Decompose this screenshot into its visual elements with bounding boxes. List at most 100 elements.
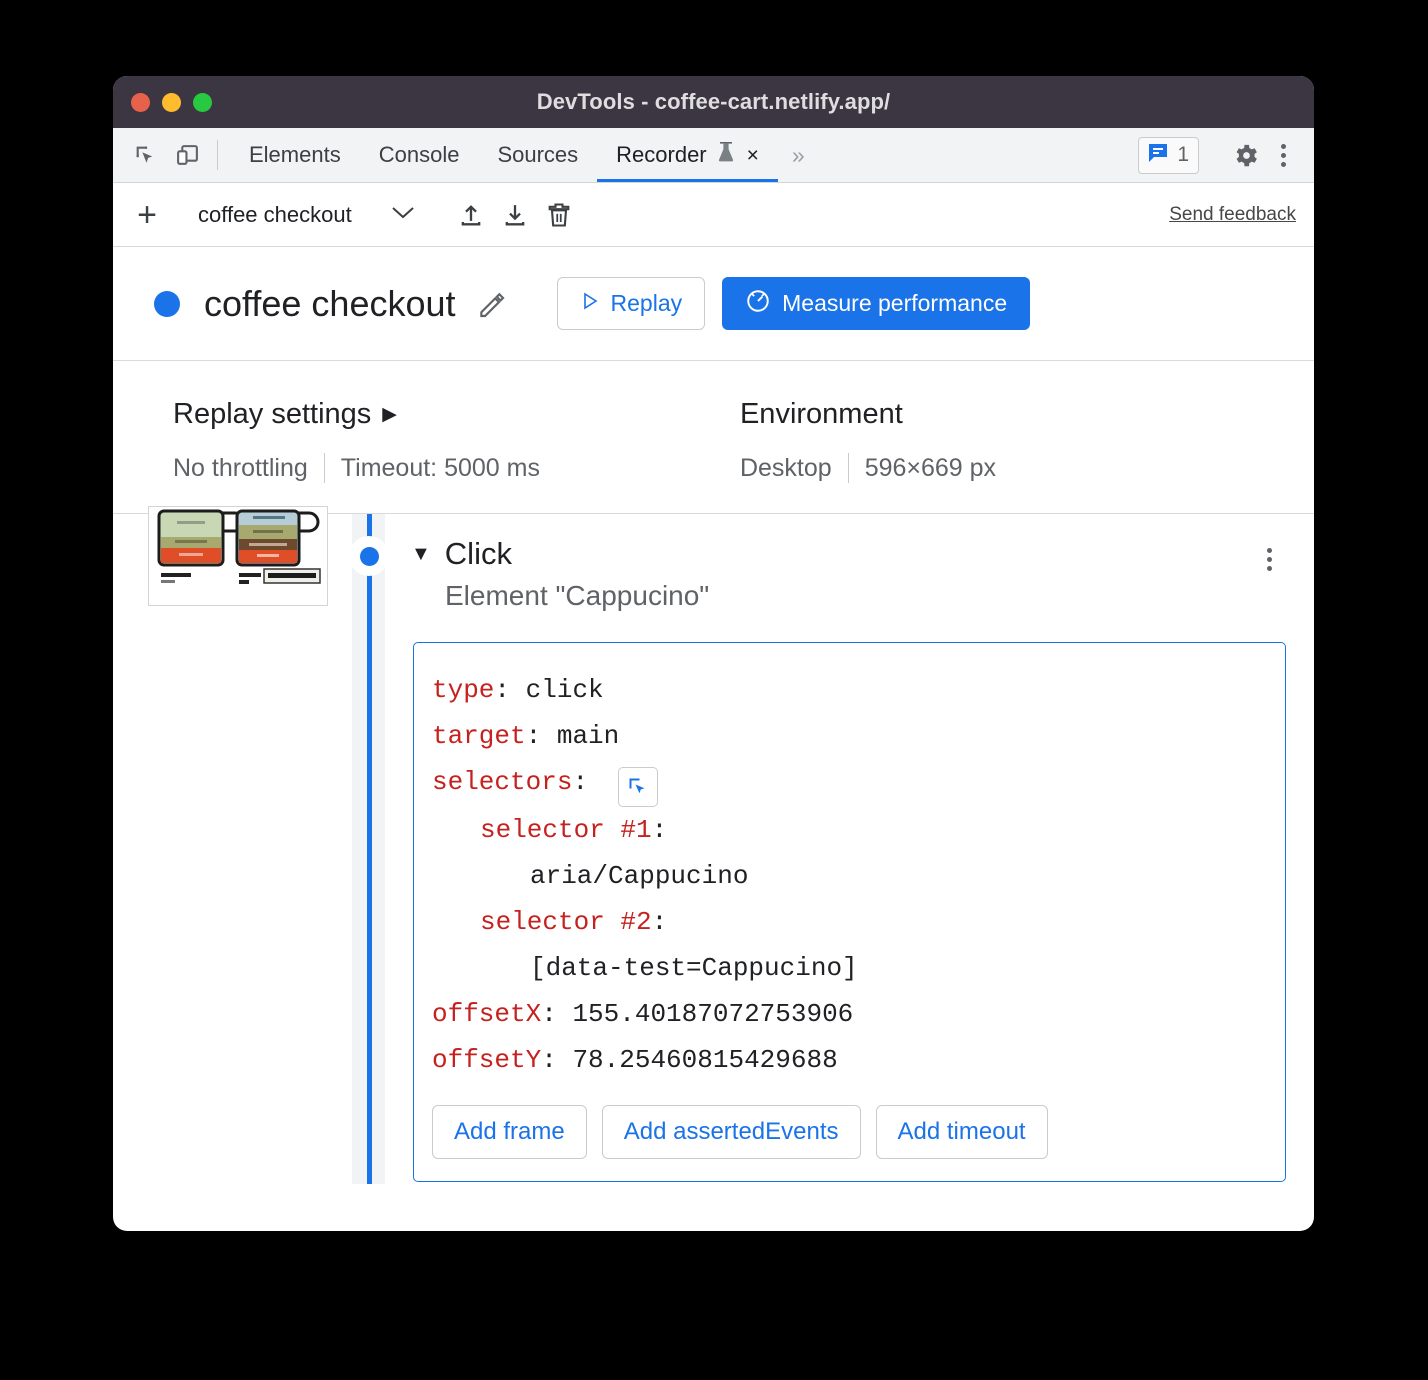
add-assertedevents-button[interactable]: Add assertedEvents [602,1105,861,1159]
more-tabs-button[interactable]: » [778,128,819,182]
select-element-icon[interactable] [618,767,658,807]
panel-tabs: Elements Console Sources Recorder [230,128,778,182]
recorder-header-actions: Replay Measure performance [557,277,1031,330]
window-title: DevTools - coffee-cart.netlify.app/ [113,89,1314,115]
chevron-down-icon [392,205,414,225]
delete-icon[interactable] [537,195,581,235]
environment-section: Environment Desktop 596×669 px [540,398,996,483]
detail-key: type [432,675,494,705]
issues-badge[interactable]: 1 [1138,137,1199,174]
step-details-column: ▼ Click Element "Cappucino" type: click … [385,514,1314,1184]
recorder-toolbar: + coffee checkout [113,183,1314,247]
devtools-right-controls: 1 [1138,128,1314,182]
detail-key: selectors [432,767,572,797]
play-triangle-icon [580,290,600,317]
detail-key: offsetX [432,999,541,1029]
detail-line-selectors: selectors: [432,759,1259,807]
environment-label: Environment [740,398,996,431]
tab-label: Elements [249,142,341,168]
performance-gauge-icon [745,288,771,320]
steps-area: ▼ Click Element "Cappucino" type: click … [113,514,1314,1184]
detail-line-selector1-value[interactable]: aria/Cappucino [432,853,1259,899]
chevron-right-icon: ▶ [382,403,397,426]
step-type-row[interactable]: ▼ Click [411,536,1252,572]
detail-value[interactable]: main [557,721,619,751]
detail-line-offsetx: offsetX: 155.40187072753906 [432,991,1259,1037]
summary-divider [324,453,325,483]
recorder-header: coffee checkout Replay [113,247,1314,361]
devtools-left-icons [113,128,205,182]
replay-settings-section: Replay settings ▶ No throttling Timeout:… [113,398,540,483]
gear-icon[interactable] [1228,137,1264,173]
devtools-tabstrip: Elements Console Sources Recorder [113,128,1314,183]
step-timeline-marker[interactable] [349,536,389,576]
inspect-element-icon[interactable] [127,137,163,173]
step-detail-box: type: click target: main selectors: sele… [413,642,1286,1182]
add-frame-button[interactable]: Add frame [432,1105,587,1159]
devtools-window: DevTools - coffee-cart.netlify.app/ [113,76,1314,1231]
step-header-main[interactable]: ▼ Click Element "Cappucino" [411,536,1252,612]
add-attribute-buttons: Add frame Add assertedEvents Add timeout [432,1105,1259,1159]
devtools-more-menu-button[interactable] [1266,138,1300,172]
close-window-button[interactable] [131,93,150,112]
detail-key: selector #2 [480,907,652,937]
detail-key: selector #1 [480,815,652,845]
step-screenshot-thumbnail[interactable] [148,506,328,606]
send-feedback-link[interactable]: Send feedback [1169,204,1296,226]
environment-summary: Desktop 596×669 px [740,453,996,483]
tab-elements[interactable]: Elements [230,128,360,182]
detail-line-selector2-value[interactable]: [data-test=Cappucino] [432,945,1259,991]
detail-line-offsety: offsetY: 78.25460815429688 [432,1037,1259,1083]
timeline-line [367,514,372,1184]
tab-sources[interactable]: Sources [478,128,597,182]
chevron-down-icon[interactable]: ▼ [411,544,431,564]
import-icon[interactable] [493,195,537,235]
summary-divider-2 [848,453,849,483]
replay-settings-label: Replay settings [173,398,371,431]
screenshot-column [113,514,352,1184]
issues-count: 1 [1177,143,1189,167]
device-toolbar-icon[interactable] [169,137,205,173]
detail-value[interactable]: click [526,675,604,705]
detail-line-target: target: main [432,713,1259,759]
settings-row: Replay settings ▶ No throttling Timeout:… [113,361,1314,514]
replay-button-label: Replay [611,290,683,317]
replay-settings-summary: No throttling Timeout: 5000 ms [173,453,540,483]
step-more-menu-button[interactable] [1252,542,1286,576]
window-titlebar: DevTools - coffee-cart.netlify.app/ [113,76,1314,128]
window-controls[interactable] [131,93,212,112]
step-element-label: Element "Cappucino" [445,580,1252,612]
screenshot-stage: DevTools - coffee-cart.netlify.app/ [0,0,1428,1380]
tab-label: Console [379,142,460,168]
recording-status-dot [154,291,180,317]
recording-selector-value: coffee checkout [198,202,352,228]
replay-button[interactable]: Replay [557,277,706,330]
tab-recorder[interactable]: Recorder × [597,128,778,182]
create-recording-button[interactable]: + [129,198,165,232]
export-icon[interactable] [449,195,493,235]
page-title: coffee checkout [204,283,456,325]
pencil-icon[interactable] [476,288,508,320]
viewport-value: 596×669 px [865,454,996,483]
detail-key: offsetY [432,1045,541,1075]
detail-line-selector2: selector #2: [432,899,1259,945]
close-recorder-tab-button[interactable]: × [747,145,759,166]
step-type-label: Click [445,536,512,572]
device-value: Desktop [740,454,832,483]
add-timeout-button[interactable]: Add timeout [876,1105,1048,1159]
tab-console[interactable]: Console [360,128,479,182]
measure-performance-button[interactable]: Measure performance [722,277,1030,330]
replay-settings-toggle[interactable]: Replay settings ▶ [173,398,540,431]
flask-icon [715,140,737,170]
detail-value[interactable]: 155.40187072753906 [572,999,853,1029]
step-header: ▼ Click Element "Cappucino" [411,536,1314,612]
measure-performance-label: Measure performance [782,290,1007,317]
detail-line-type: type: click [432,667,1259,713]
recording-selector[interactable]: coffee checkout [190,202,424,228]
detail-value[interactable]: 78.25460815429688 [572,1045,837,1075]
detail-line-selector1: selector #1: [432,807,1259,853]
throttling-value: No throttling [173,454,308,483]
minimize-window-button[interactable] [162,93,181,112]
detail-key: target [432,721,526,751]
maximize-window-button[interactable] [193,93,212,112]
